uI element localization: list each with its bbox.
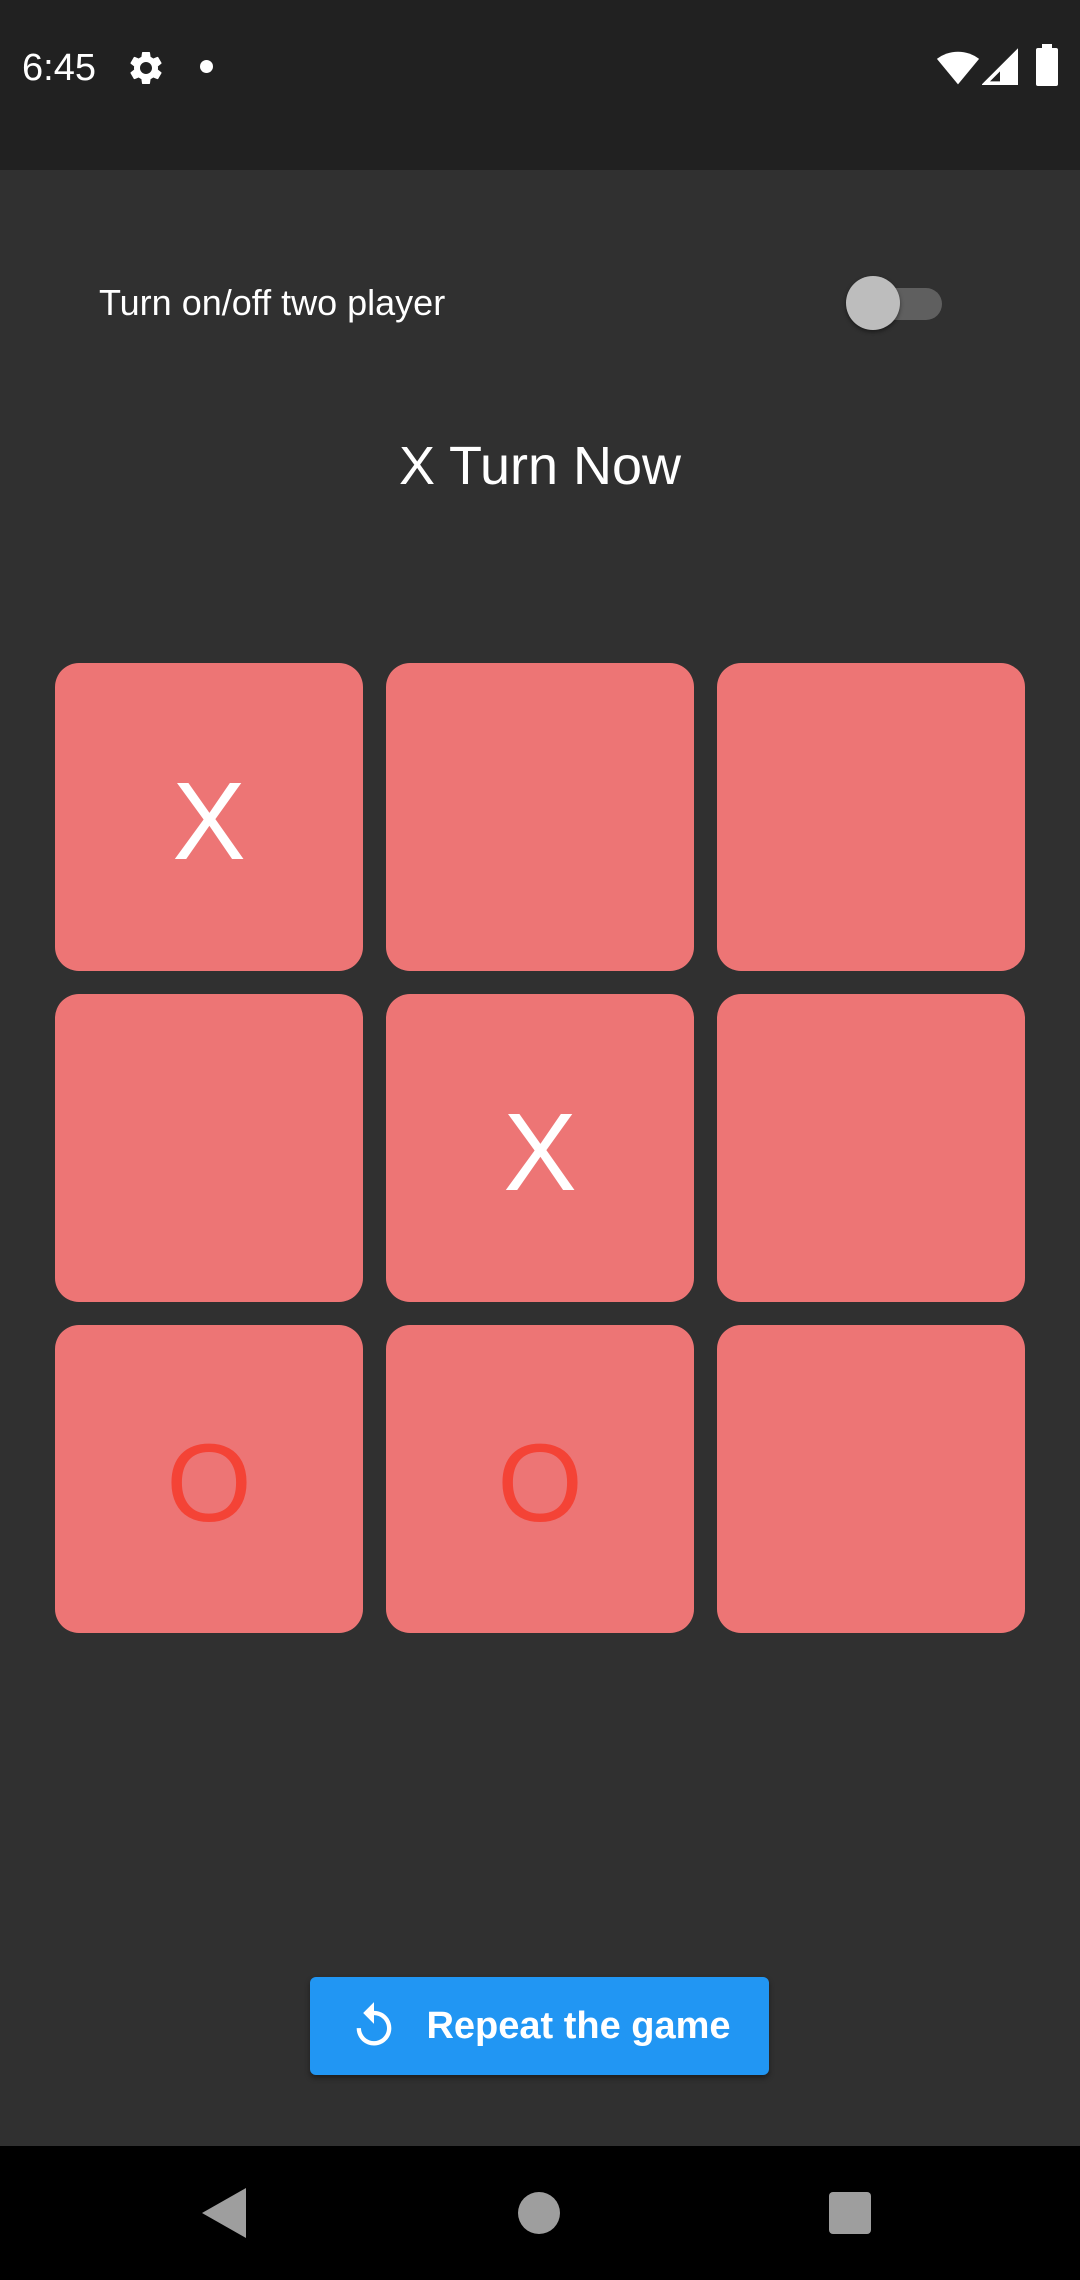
board-cell-8[interactable]: O (386, 1325, 694, 1633)
board-cell-1[interactable]: X (55, 663, 363, 971)
cell-mark: O (166, 1422, 252, 1545)
wifi-icon (936, 51, 980, 85)
battery-icon (1036, 44, 1058, 86)
board-cell-9[interactable] (717, 1325, 1025, 1633)
back-icon[interactable] (202, 2188, 246, 2238)
board-cell-6[interactable] (717, 994, 1025, 1302)
cell-mark: O (497, 1422, 583, 1545)
cell-mark: X (172, 760, 246, 883)
status-time: 6:45 (22, 47, 96, 89)
board-cell-4[interactable] (55, 994, 363, 1302)
cell-mark: X (503, 1091, 577, 1214)
recents-icon[interactable] (829, 2192, 871, 2234)
two-player-label: Turn on/off two player (99, 282, 446, 323)
board-cell-5[interactable]: X (386, 994, 694, 1302)
home-icon[interactable] (518, 2192, 560, 2234)
repeat-button-label: Repeat the game (426, 2005, 731, 2047)
toggle-thumb (846, 276, 900, 330)
replay-icon (357, 2002, 392, 2046)
gear-icon (130, 51, 162, 84)
navigation-bar (0, 2146, 1080, 2280)
repeat-game-button[interactable]: Repeat the game (310, 1977, 769, 2075)
board-cell-3[interactable] (717, 663, 1025, 971)
turn-indicator: X Turn Now (398, 436, 682, 496)
two-player-toggle[interactable] (846, 276, 946, 330)
notification-dot-icon (200, 60, 213, 73)
game-board: X X O O (55, 663, 1025, 1633)
signal-icon (982, 48, 1018, 85)
status-bar: 6:45 (0, 0, 1080, 170)
board-cell-7[interactable]: O (55, 1325, 363, 1633)
board-cell-2[interactable] (386, 663, 694, 971)
